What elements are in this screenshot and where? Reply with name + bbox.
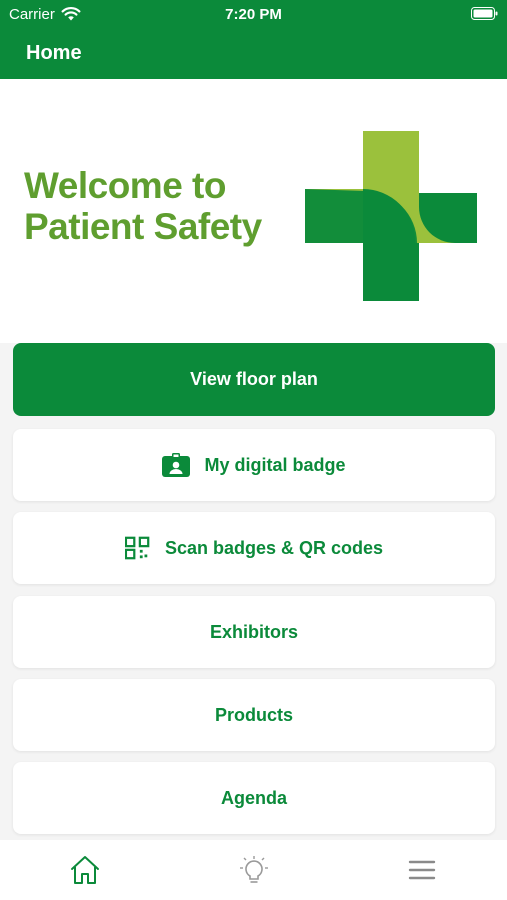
agenda-label: Agenda — [220, 787, 287, 808]
welcome-text: Welcome to Patient Safety — [24, 165, 262, 248]
view-floor-plan-label: View floor plan — [190, 369, 318, 389]
my-digital-badge-label: My digital badge — [204, 454, 346, 475]
agenda-button[interactable]: Agenda — [13, 762, 495, 834]
qr-code-icon — [124, 536, 150, 560]
exhibitors-label: Exhibitors — [209, 621, 298, 642]
products-label: Products — [214, 704, 293, 725]
scan-badges-label: Scan badges & QR codes — [164, 537, 384, 558]
badge-icon — [162, 453, 191, 477]
products-button[interactable]: Products — [13, 679, 495, 751]
home-icon[interactable] — [69, 854, 101, 886]
page-title: Home — [26, 42, 82, 64]
my-digital-badge-button[interactable]: My digital badge — [13, 429, 495, 501]
battery-icon — [471, 7, 498, 20]
lightbulb-icon[interactable] — [238, 854, 270, 886]
header: Carrier 7:20 PM Home — [0, 0, 507, 79]
welcome-line-1: Welcome to — [24, 165, 226, 206]
exhibitors-button[interactable]: Exhibitors — [13, 596, 495, 668]
tab-bar — [0, 840, 507, 900]
menu-icon[interactable] — [406, 854, 438, 886]
view-floor-plan-button[interactable]: View floor plan — [13, 343, 495, 416]
welcome-line-2: Patient Safety — [24, 206, 262, 248]
scan-badges-button[interactable]: Scan badges & QR codes — [13, 512, 495, 584]
status-bar: Carrier 7:20 PM — [0, 0, 507, 30]
welcome-banner: Welcome to Patient Safety — [0, 79, 507, 343]
cross-logo-icon — [305, 131, 477, 301]
clock: 7:20 PM — [225, 6, 282, 23]
